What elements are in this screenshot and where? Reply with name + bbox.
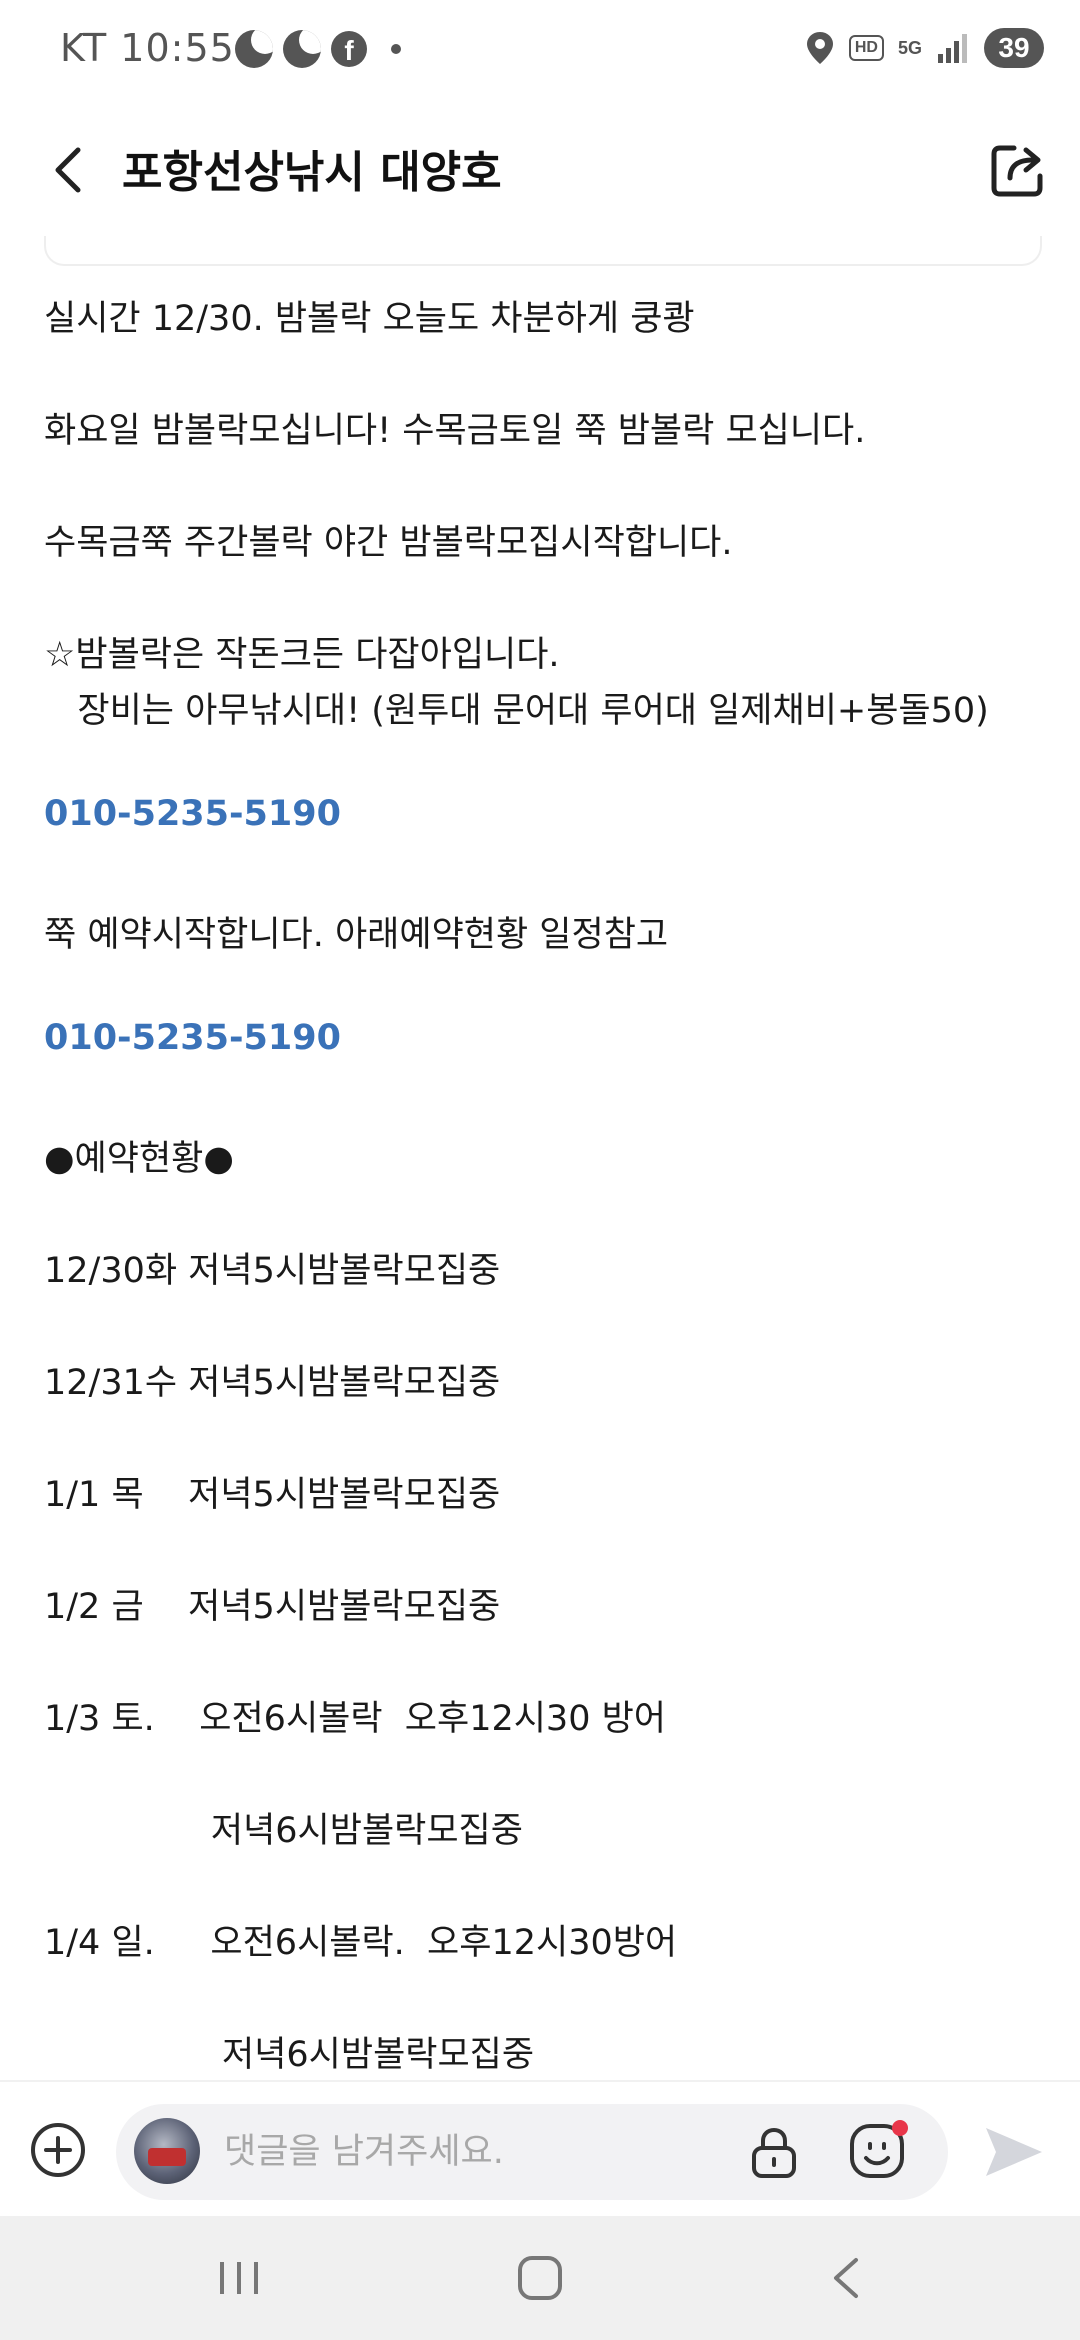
notification-dot-icon [391, 44, 401, 54]
emoji-icon[interactable] [846, 2118, 912, 2184]
section-heading: ●예약현황● [44, 1139, 234, 1179]
moon-icon [283, 30, 321, 68]
page-title: 포항선상낚시 대양호 [122, 147, 502, 198]
post-line: 장비는 아무낚시대! (원투대 문어대 루어대 일제채비+봉돌50) [44, 691, 989, 731]
comment-bar [0, 2080, 1080, 2218]
facebook-icon: f [331, 31, 367, 67]
clock: 10:55 [120, 26, 235, 70]
plus-circle-icon[interactable] [28, 2120, 88, 2180]
recent-apps-icon[interactable] [216, 2258, 262, 2298]
phone-link[interactable]: 010-5235-5190 [44, 1018, 341, 1058]
send-icon[interactable] [984, 2126, 1044, 2178]
schedule-item: 1/1 목 저녁5시밤볼락모집중 [44, 1475, 501, 1515]
phone-link[interactable]: 010-5235-5190 [44, 794, 341, 834]
5g-icon: 5G [897, 38, 922, 58]
status-bar: KT 10:55 f HD 5G 39 [0, 0, 1080, 100]
avatar [134, 2118, 200, 2184]
post-line: 수목금쭉 주간볼락 야간 밤볼락모집시작합니다. [44, 523, 733, 563]
post-line: 화요일 밤볼락모십니다! 수목금토일 쭉 밤볼락 모십니다. [44, 411, 866, 451]
schedule-item: 1/3 토. 오전6시볼락 오후12시30 방어 [44, 1699, 666, 1739]
system-nav-bar [0, 2216, 1080, 2340]
schedule-item: 1/2 금 저녁5시밤볼락모집중 [44, 1587, 501, 1627]
comment-input-container [116, 2104, 948, 2200]
status-left-icons: f [235, 30, 401, 68]
battery-indicator: 39 [984, 28, 1044, 68]
status-right-icons: HD 5G 39 [805, 28, 1044, 68]
chevron-left-icon[interactable] [40, 140, 100, 200]
schedule-item: 1/4 일. 오전6시볼락. 오후12시30방어 [44, 1923, 678, 1963]
moon-icon [235, 30, 273, 68]
hd-icon: HD [848, 35, 884, 61]
app-header: 포항선상낚시 대양호 [0, 110, 1080, 230]
card-divider [44, 236, 1042, 266]
status-carrier-time: KT 10:55 [60, 26, 235, 70]
carrier-label: KT [60, 26, 108, 70]
schedule-item: 저녁6시밤볼락모집중 [44, 1811, 523, 1851]
schedule-item: 저녁6시밤볼락모집중 [44, 2035, 535, 2075]
signal-icon [938, 34, 967, 63]
lock-icon[interactable] [744, 2122, 804, 2182]
schedule-item: 12/30화 저녁5시밤볼락모집중 [44, 1251, 501, 1291]
home-icon[interactable] [518, 2256, 562, 2300]
share-icon[interactable] [986, 138, 1050, 202]
post-line: 쭉 예약시작합니다. 아래예약현황 일정참고 [44, 915, 669, 955]
post-line: ☆밤볼락은 작돈크든 다잡아입니다. [44, 635, 560, 675]
back-icon[interactable] [826, 2254, 866, 2302]
comment-input[interactable] [224, 2130, 724, 2174]
location-icon [806, 32, 833, 64]
post-line: 실시간 12/30. 밤볼락 오늘도 차분하게 쿵쾅 [44, 299, 695, 339]
schedule-item: 12/31수 저녁5시밤볼락모집중 [44, 1363, 501, 1403]
